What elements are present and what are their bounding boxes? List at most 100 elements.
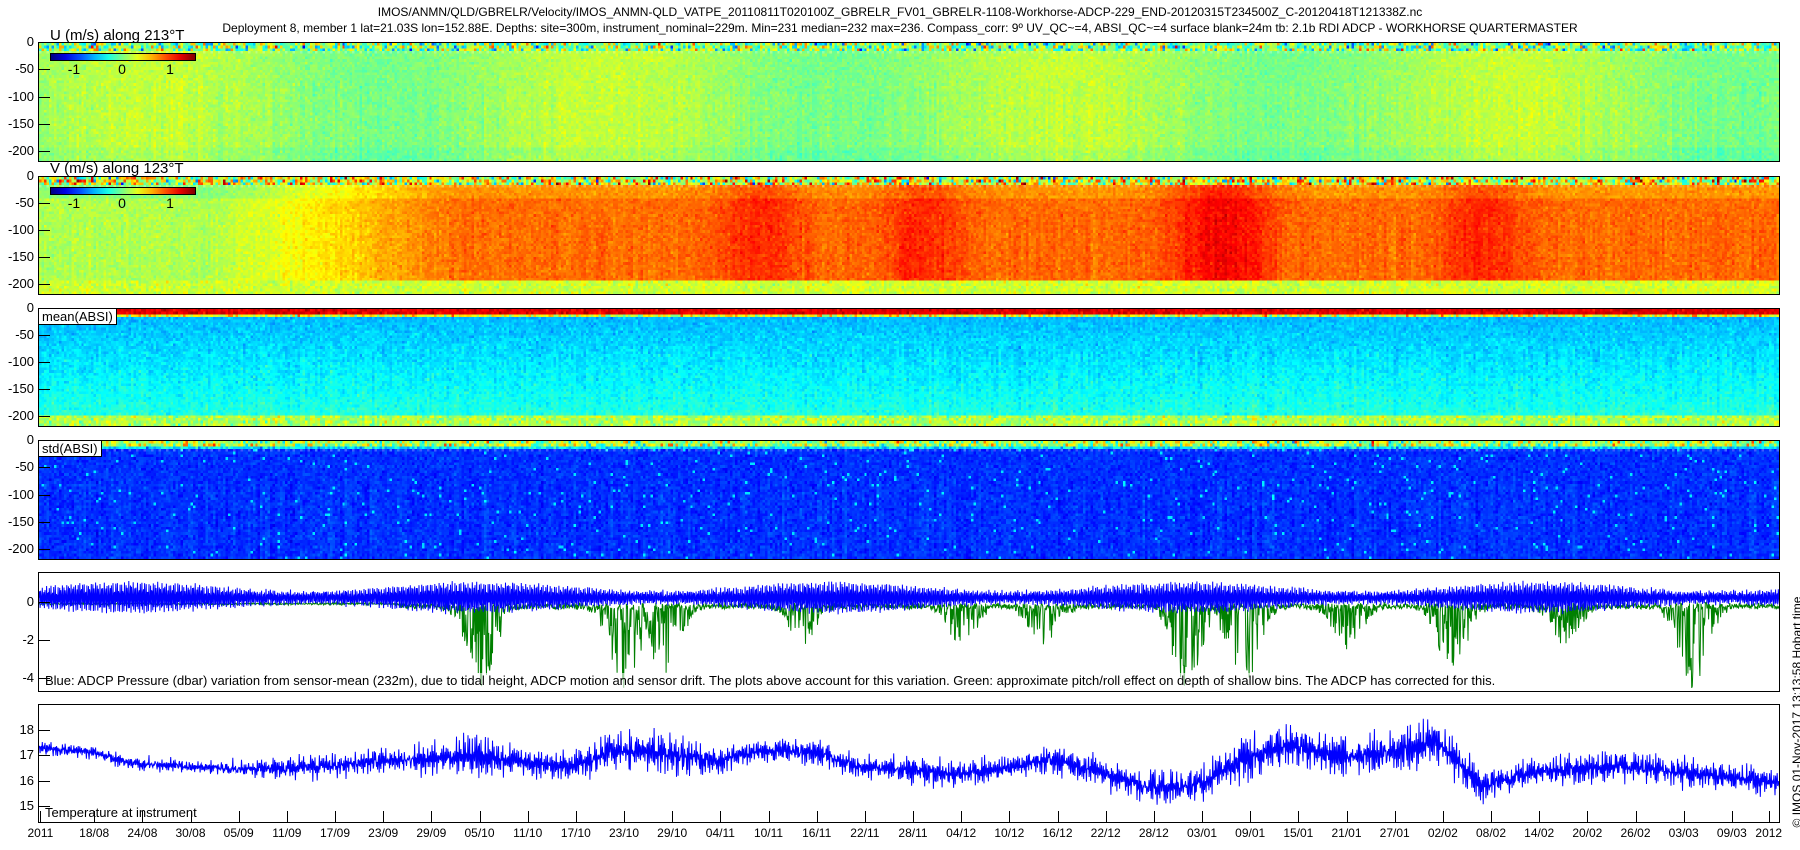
x-tick-mark <box>672 811 674 823</box>
x-tick-mark <box>1009 811 1011 823</box>
x-tick-label: 18/08 <box>79 826 110 840</box>
y-tick-mark <box>38 69 50 71</box>
x-tick-label: 28/12 <box>1138 826 1169 840</box>
u-colorbar-tick: -1 <box>67 61 81 77</box>
x-tick-label: 29/09 <box>416 826 447 840</box>
y-tick-label: -200 <box>7 541 34 557</box>
y-tick-label: -2 <box>22 632 34 648</box>
x-tick-label: 05/10 <box>464 826 495 840</box>
x-tick-mark <box>431 811 433 823</box>
u-panel-title: U (m/s) along 213°T <box>50 27 185 44</box>
mean-absi-heatmap: mean(ABSI) <box>38 308 1780 427</box>
y-tick-mark <box>38 257 50 259</box>
x-tick-mark <box>1635 811 1637 823</box>
temperature-line-chart: Temperature at instrument <box>38 704 1780 823</box>
temperature-line <box>39 718 1779 805</box>
x-tick-label: 15/01 <box>1283 826 1314 840</box>
x-tick-mark <box>816 811 818 823</box>
x-tick-mark <box>383 811 385 823</box>
x-tick-mark <box>40 811 42 823</box>
x-tick-label: 05/09 <box>223 826 254 840</box>
x-tick-label: 28/11 <box>898 826 928 840</box>
x-tick-mark <box>527 811 529 823</box>
y-tick-label: -150 <box>7 115 34 131</box>
v-colorbar-tick: 1 <box>166 195 174 211</box>
y-tick-mark <box>38 203 50 205</box>
x-tick-label: 03/03 <box>1668 826 1699 840</box>
temperature-label: Temperature at instrument <box>45 805 197 820</box>
x-tick-label: 04/12 <box>946 826 977 840</box>
x-tick-mark <box>1587 811 1589 823</box>
y-tick-label: -150 <box>7 381 34 397</box>
y-tick-label: -200 <box>7 143 34 159</box>
x-tick-mark <box>1346 811 1348 823</box>
x-tick-mark <box>142 811 144 823</box>
figure-title-line-1: IMOS/ANMN/QLD/GBRELR/Velocity/IMOS_ANMN-… <box>377 5 1423 19</box>
y-tick-mark <box>38 42 50 43</box>
mean-absi-label: mean(ABSI) <box>39 309 117 325</box>
x-tick-label: 24/08 <box>127 826 158 840</box>
y-tick-label: -100 <box>7 222 34 238</box>
x-tick-label: 21/01 <box>1331 826 1362 840</box>
y-tick-mark <box>38 151 50 153</box>
x-tick-label: 27/01 <box>1379 826 1410 840</box>
y-tick-mark <box>38 602 50 604</box>
u-colorbar-tick: 1 <box>166 61 174 77</box>
y-tick-mark <box>38 780 50 782</box>
y-tick-mark <box>38 176 50 177</box>
x-tick-label: 30/08 <box>175 826 206 840</box>
x-tick-label: 11/10 <box>513 826 543 840</box>
y-tick-label: 16 <box>19 772 34 788</box>
y-tick-mark <box>38 123 50 125</box>
y-tick-mark <box>38 806 50 808</box>
x-tick-label: 16/11 <box>802 826 832 840</box>
x-tick-mark <box>1298 811 1300 823</box>
y-tick-label: 0 <box>26 168 34 183</box>
u-colorbar-tick: 0 <box>118 61 126 77</box>
y-tick-mark <box>38 755 50 757</box>
x-tick-mark <box>768 811 770 823</box>
std-absi-heatmap: std(ABSI) <box>38 440 1780 560</box>
x-tick-mark <box>1731 811 1733 823</box>
x-tick-label: 04/11 <box>705 826 735 840</box>
y-tick-label: 0 <box>26 594 34 610</box>
x-tick-mark <box>1202 811 1203 823</box>
temperature-plot-area <box>39 718 1779 805</box>
mean-absi-cells <box>39 309 1779 426</box>
y-tick-mark <box>38 284 50 286</box>
x-tick-label: 08/02 <box>1475 826 1507 840</box>
x-tick-label: 22/11 <box>850 826 880 840</box>
y-tick-mark <box>38 335 50 337</box>
y-tick-mark <box>38 677 50 679</box>
u-velocity-cells <box>39 43 1779 161</box>
x-tick-mark <box>1153 811 1155 823</box>
x-tick-mark <box>913 811 914 823</box>
y-tick-mark <box>38 440 50 441</box>
y-tick-mark <box>38 416 50 418</box>
figure-title-line-2: Deployment 8, member 1 lat=21.03S lon=15… <box>222 21 1578 35</box>
y-tick-label: -50 <box>15 459 34 475</box>
y-tick-label: -100 <box>7 354 34 370</box>
x-tick-label: 11/09 <box>272 826 302 840</box>
y-tick-mark <box>38 230 50 232</box>
y-tick-label: 0 <box>26 300 34 315</box>
v-colorbar <box>50 187 196 195</box>
x-tick-label: 17/09 <box>320 826 351 840</box>
y-tick-mark <box>38 640 50 642</box>
y-tick-label: 0 <box>26 34 34 49</box>
y-tick-label: -50 <box>15 327 34 343</box>
x-tick-label: 09/03 <box>1716 826 1747 840</box>
std-absi-cells <box>39 441 1779 559</box>
x-tick-mark <box>190 811 192 823</box>
v-colorbar-tick: -1 <box>67 195 81 211</box>
x-tick-label: 2011 <box>27 826 54 840</box>
x-tick-mark <box>335 811 337 823</box>
y-tick-mark <box>38 362 50 364</box>
x-tick-mark <box>1394 811 1396 823</box>
x-tick-mark <box>479 811 481 823</box>
x-tick-label: 29/10 <box>657 826 688 840</box>
y-tick-label: -50 <box>15 61 34 77</box>
x-tick-label: 10/11 <box>753 826 784 840</box>
v-velocity-heatmap: -1 0 1 <box>38 176 1780 295</box>
y-tick-label: -150 <box>7 513 34 529</box>
